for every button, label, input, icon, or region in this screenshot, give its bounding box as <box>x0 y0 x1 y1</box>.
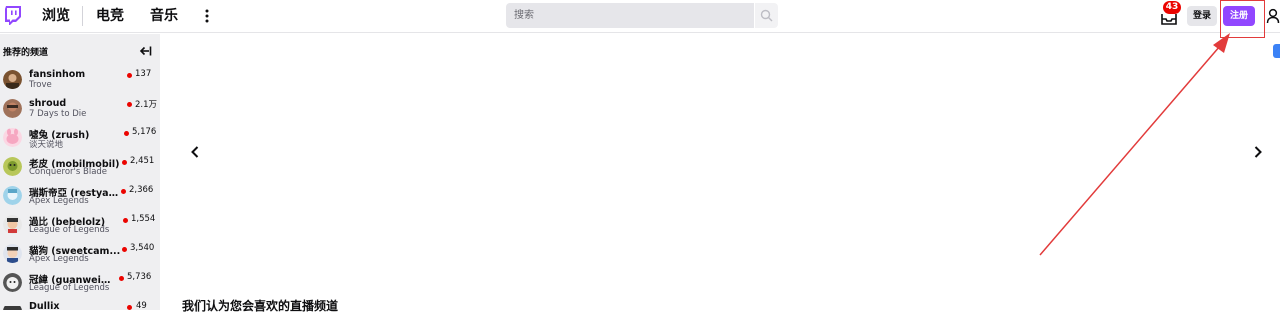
twitch-logo[interactable] <box>5 6 21 25</box>
notification-badge: 43 <box>1163 1 1181 14</box>
sidebar-title: 推荐的频道 <box>3 48 49 58</box>
viewer-count: 2.1万 <box>135 100 158 110</box>
live-dot <box>124 131 129 136</box>
channel-avatar <box>3 273 22 292</box>
channel-avatar <box>3 215 22 234</box>
nav-browse[interactable]: 浏览 <box>42 8 70 24</box>
channel-avatar <box>3 186 22 205</box>
search-icon <box>760 9 773 22</box>
channel-game: Apex Legends <box>29 254 89 264</box>
channel-avatar <box>3 70 22 89</box>
nav-music[interactable]: 音乐 <box>150 8 178 24</box>
viewer-count: 49 <box>136 301 147 310</box>
extension-edge-tab[interactable] <box>1273 44 1280 58</box>
channel-name: Dullix <box>29 301 60 310</box>
channel-avatar <box>3 244 22 263</box>
channel-game: Conqueror's Blade <box>29 167 108 177</box>
top-nav: 浏览 电竞 音乐 43 登录 注册 <box>0 0 1280 38</box>
channel-item[interactable]: fansinhom Trove 137 <box>0 68 160 97</box>
channel-item[interactable]: 老皮 (mobilmobil) Conqueror's Blade 2,451 <box>0 155 160 184</box>
nav-esports[interactable]: 电竞 <box>96 8 124 24</box>
channel-avatar <box>3 157 22 176</box>
viewer-count: 5,736 <box>127 272 152 282</box>
collapse-icon[interactable] <box>138 45 152 57</box>
live-dot <box>122 160 127 165</box>
channel-item[interactable]: 瑞斯帝亞 (restya_... Apex Legends 2,366 <box>0 184 160 213</box>
channel-game: 7 Days to Die <box>29 109 87 119</box>
channel-item[interactable]: shroud 7 Days to Die 2.1万 <box>0 97 160 126</box>
channel-game: 谈天说地 <box>29 140 64 150</box>
viewer-count: 1,554 <box>131 214 156 224</box>
channel-item[interactable]: 冠緯 (guanweiboy) League of Legends 5,736 <box>0 271 160 300</box>
sidebar: 推荐的频道 fansinhom Trove 137 shroud 7 Days … <box>0 34 160 310</box>
channel-game: League of Legends <box>29 225 110 235</box>
login-button[interactable]: 登录 <box>1187 6 1217 26</box>
viewer-count: 5,176 <box>132 127 157 137</box>
channel-game: Trove <box>29 80 52 90</box>
nav-divider <box>82 6 83 26</box>
viewer-count: 3,540 <box>130 243 155 253</box>
channel-name: shroud <box>29 98 67 109</box>
live-dot <box>127 73 132 78</box>
user-icon[interactable] <box>1266 8 1280 24</box>
live-dot <box>122 247 127 252</box>
signup-button[interactable]: 注册 <box>1223 6 1255 26</box>
search-button[interactable] <box>755 3 778 28</box>
channel-item[interactable]: 貓狗 (sweetcam... Apex Legends 3,540 <box>0 242 160 271</box>
channel-item[interactable]: Dullix 49 <box>0 300 160 310</box>
channel-item[interactable]: 過比 (bebelolz) League of Legends 1,554 <box>0 213 160 242</box>
channel-item[interactable]: 噓兔 (zrush) 谈天说地 5,176 <box>0 126 160 155</box>
live-dot <box>121 189 126 194</box>
chevron-right-icon[interactable] <box>1253 145 1263 159</box>
viewer-count: 2,366 <box>129 185 154 195</box>
channel-game: Apex Legends <box>29 196 89 206</box>
channel-avatar <box>3 306 22 310</box>
live-dot <box>123 218 128 223</box>
channel-name: fansinhom <box>29 69 86 80</box>
live-dot <box>127 102 132 107</box>
channel-game: League of Legends <box>29 283 110 293</box>
viewer-count: 137 <box>135 69 152 79</box>
search-bar <box>506 3 778 28</box>
channel-avatar <box>3 99 22 118</box>
section-title: 我们认为您会喜欢的直播频道 <box>182 299 339 313</box>
channel-avatar <box>3 128 22 147</box>
viewer-count: 2,451 <box>130 156 155 166</box>
live-dot <box>127 305 132 310</box>
live-dot <box>119 276 124 281</box>
search-input[interactable] <box>506 3 754 28</box>
chevron-left-icon[interactable] <box>190 145 200 159</box>
more-vertical-icon[interactable] <box>203 7 211 25</box>
